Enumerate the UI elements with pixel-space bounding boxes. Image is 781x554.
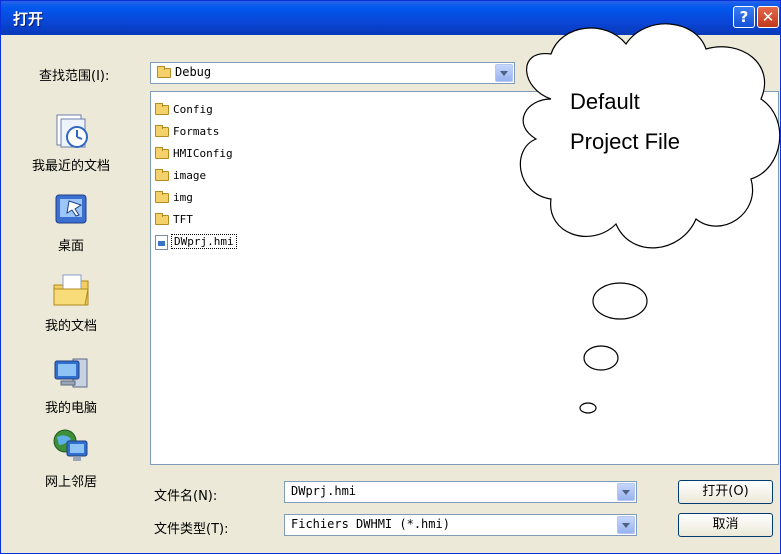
file-name: DWprj.hmi [171, 234, 237, 249]
file-name: HMIConfig [173, 147, 233, 160]
file-name: TFT [173, 213, 193, 226]
list-item-folder[interactable]: Config [155, 100, 213, 120]
folder-icon [155, 147, 169, 159]
place-my-computer[interactable]: 我的电脑 [11, 353, 131, 416]
place-label: 我最近的文档 [31, 159, 110, 174]
list-item-folder[interactable]: TFT [155, 210, 193, 230]
folder-icon [155, 103, 169, 115]
place-recent-documents[interactable]: 我最近的文档 [11, 111, 131, 174]
look-in-value: Debug [175, 65, 212, 79]
file-name: img [173, 191, 193, 204]
hmi-file-icon [155, 234, 168, 250]
filetype-label: 文件类型(T): [154, 522, 229, 537]
filename-input[interactable]: DWprj.hmi [284, 481, 637, 503]
place-my-documents[interactable]: 我的文档 [11, 271, 131, 334]
filetype-value: Fichiers DWHMI (*.hmi) [291, 517, 450, 531]
callout-text-line2: Project File [570, 129, 681, 154]
place-network[interactable]: 网上邻居 [11, 427, 131, 490]
cloud-shape [519, 23, 780, 414]
folder-icon [155, 169, 169, 181]
filetype-dropdown[interactable]: Fichiers DWHMI (*.hmi) [284, 514, 637, 536]
folder-icon [155, 125, 169, 137]
place-desktop[interactable]: 桌面 [11, 191, 131, 254]
file-name: Config [173, 103, 213, 116]
list-item-folder[interactable]: Formats [155, 122, 219, 142]
chevron-down-icon[interactable] [617, 483, 635, 501]
list-item-folder[interactable]: HMIConfig [155, 144, 233, 164]
folder-icon [155, 213, 169, 225]
look-in-dropdown[interactable]: Debug [150, 62, 515, 84]
network-places-icon [51, 427, 91, 467]
look-in-label: 查找范围(I): [39, 69, 110, 84]
open-file-dialog: 打开 ? ✕ 查找范围(I): Debug 我最近的文档 桌面 我的文档 我的电… [0, 0, 781, 554]
window-title: 打开 [13, 10, 44, 28]
open-button[interactable]: 打开(O) [678, 480, 773, 504]
file-name: image [173, 169, 207, 182]
my-computer-icon [51, 353, 91, 393]
filename-label: 文件名(N): [154, 489, 218, 504]
list-item-file-selected[interactable]: DWprj.hmi [155, 232, 237, 252]
place-label: 我的电脑 [44, 401, 97, 416]
look-in-value-wrap: Debug [157, 65, 211, 79]
place-label: 网上邻居 [44, 475, 97, 490]
place-label: 我的文档 [44, 319, 97, 334]
callout-text-line1: Default [570, 89, 640, 114]
list-item-folder[interactable]: img [155, 188, 193, 208]
filename-value: DWprj.hmi [291, 484, 357, 498]
chevron-down-icon[interactable] [617, 516, 635, 534]
desktop-icon [51, 191, 91, 231]
callout-bubble: Default Project File [511, 19, 780, 423]
place-label: 桌面 [57, 239, 84, 254]
folder-icon [157, 65, 171, 78]
my-documents-icon [51, 271, 91, 311]
recent-documents-icon [51, 111, 91, 151]
file-name: Formats [173, 125, 220, 138]
folder-icon [155, 191, 169, 203]
cancel-button[interactable]: 取消 [678, 513, 773, 537]
list-item-folder[interactable]: image [155, 166, 206, 186]
